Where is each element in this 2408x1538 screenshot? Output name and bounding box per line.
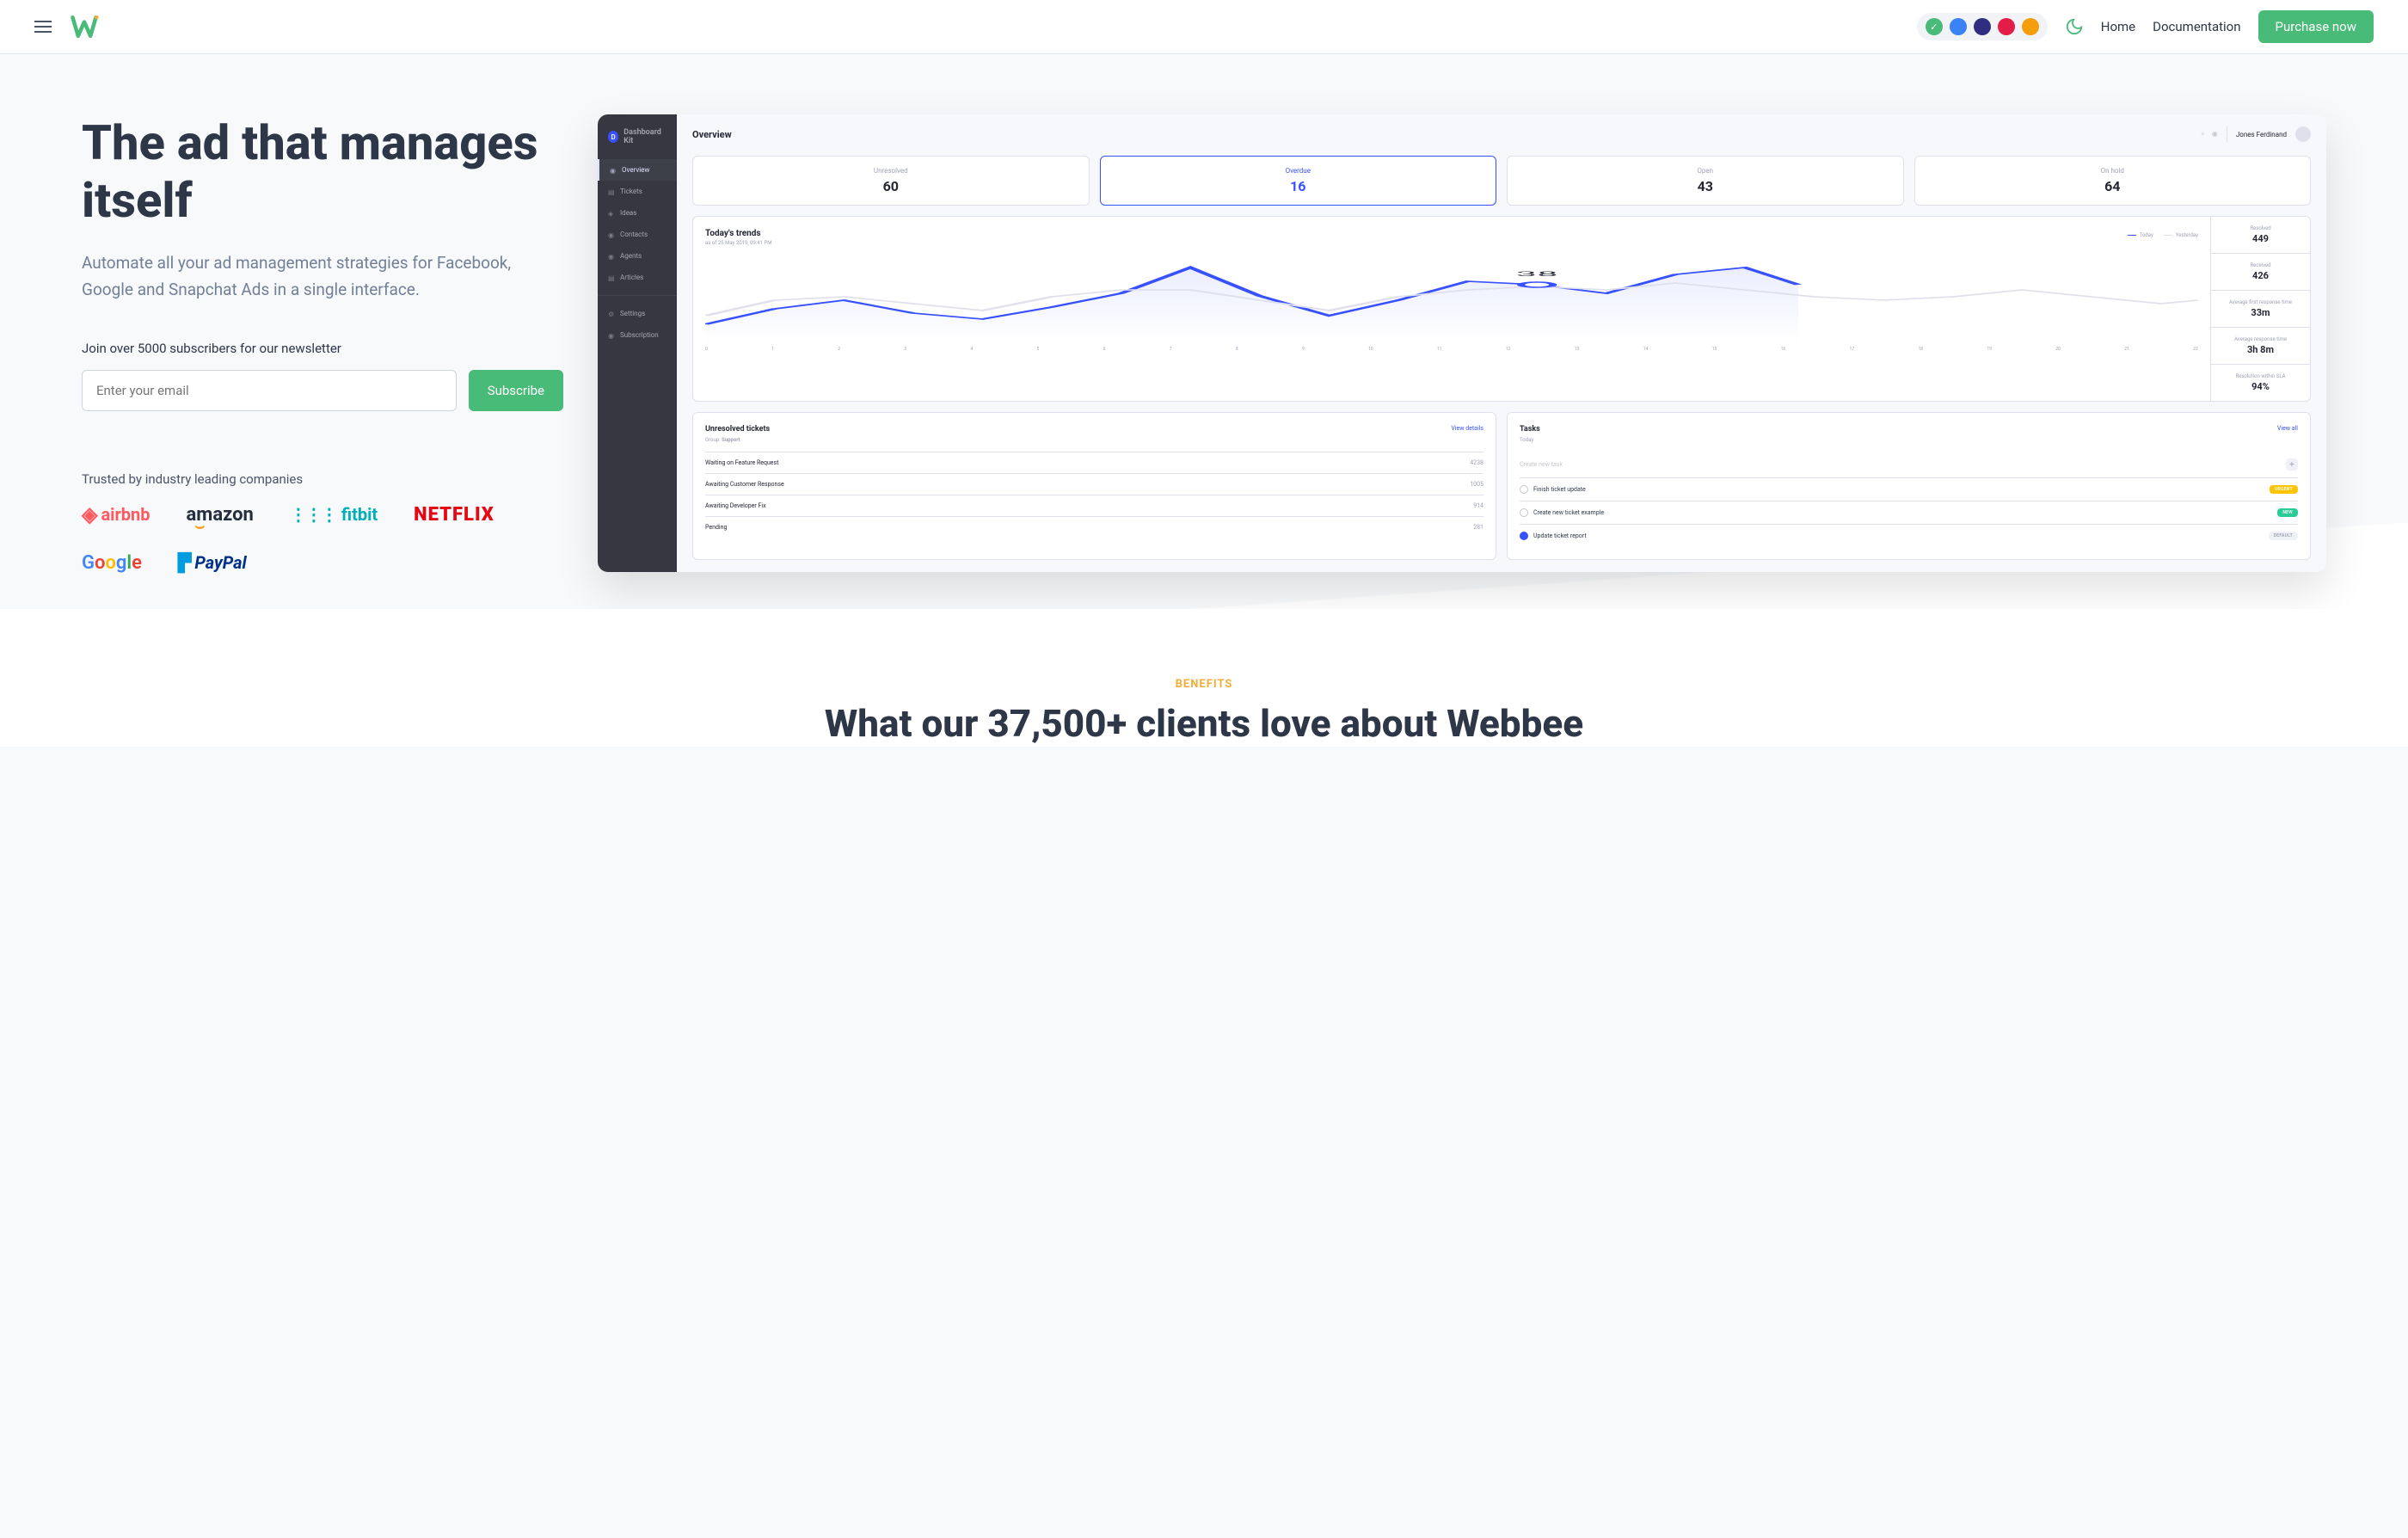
stat-open[interactable]: Open43 [1507, 156, 1904, 206]
menu-icon[interactable] [34, 21, 52, 33]
theme-color-picker: ✓ [1917, 13, 2048, 40]
plus-icon[interactable]: + [2286, 458, 2298, 471]
stats-row: Unresolved60 Overdue16 Open43 On hold64 [692, 156, 2311, 206]
dash-header-right: ⌕ ◉ Jones Ferdinand [2201, 126, 2311, 142]
trends-card: Today's trends as of 25 May 2019, 09:41 … [692, 216, 2311, 402]
status-badge: DEFAULT [2269, 532, 2298, 540]
dash-brand-icon: D [608, 131, 618, 143]
status-badge: URGENT [2270, 485, 2298, 494]
stat-unresolved[interactable]: Unresolved60 [692, 156, 1090, 206]
task-checkbox[interactable] [1520, 485, 1528, 494]
stat-onhold[interactable]: On hold64 [1914, 156, 2312, 206]
color-dot-rose[interactable] [1998, 18, 2015, 35]
tasks-sub: Today [1520, 437, 2298, 443]
dash-nav-contacts[interactable]: ◉Contacts [598, 224, 677, 245]
site-header: ✓ Home Documentation Purchase now [0, 0, 2408, 54]
unresolved-title: Unresolved tickets [705, 425, 770, 434]
unresolved-link[interactable]: View details [1451, 425, 1484, 432]
logo-paypal: PayPal [178, 551, 247, 575]
stat-overdue[interactable]: Overdue16 [1100, 156, 1497, 206]
task-checkbox[interactable] [1520, 532, 1528, 540]
hero-mockup: D Dashboard Kit ◉Overview ▤Tickets ◈Idea… [598, 114, 2326, 572]
trends-legend: Today Yesterday [705, 232, 2198, 238]
dashboard-mockup: D Dashboard Kit ◉Overview ▤Tickets ◈Idea… [598, 114, 2326, 572]
task-create[interactable]: Create new task+ [1520, 452, 2298, 477]
company-logos: airbnb amazon fitbit NETFLIX Google PayP… [82, 502, 563, 575]
dark-mode-icon[interactable] [2065, 17, 2084, 36]
newsletter-label: Join over 5000 subscribers for our newsl… [82, 341, 563, 356]
tasks-card: Tasks View all Today Create new task+ Fi… [1507, 412, 2311, 560]
benefits-eyebrow: BENEFITS [34, 678, 2374, 691]
chart-x-axis: 012345678910111213141516171819202122 [705, 347, 2198, 352]
hero-section: The ad that manages itself Automate all … [0, 54, 2408, 609]
dash-nav-ideas[interactable]: ◈Ideas [598, 202, 677, 224]
trends-subtitle: as of 25 May 2019, 09:41 PM [705, 240, 2198, 246]
trusted-label: Trusted by industry leading companies [82, 471, 563, 487]
dash-nav-overview[interactable]: ◉Overview [598, 159, 677, 181]
header-right: ✓ Home Documentation Purchase now [1917, 10, 2374, 43]
color-dot-green[interactable]: ✓ [1926, 18, 1943, 35]
logo-airbnb: airbnb [82, 502, 150, 526]
trends-metrics: Resolved449 Received426 Average first re… [2210, 217, 2310, 401]
ticket-row: Awaiting Customer Response1005 [705, 473, 1484, 495]
dash-nav-settings[interactable]: ⚙Settings [598, 303, 677, 324]
dash-nav-agents[interactable]: ◉Agents [598, 245, 677, 267]
tasks-title: Tasks [1520, 425, 1540, 434]
hero-title: The ad that manages itself [82, 114, 563, 230]
dash-nav-articles[interactable]: ▤Articles [598, 267, 677, 288]
search-icon[interactable]: ⌕ [2201, 130, 2204, 138]
logo-netflix: NETFLIX [414, 502, 494, 526]
dash-header: Overview ⌕ ◉ Jones Ferdinand [692, 126, 2311, 142]
status-badge: NEW [2277, 508, 2298, 517]
benefits-title: What our 37,500+ clients love about Webb… [34, 701, 2374, 747]
color-dot-amber[interactable] [2022, 18, 2039, 35]
metric-received: Received426 [2211, 254, 2310, 291]
bottom-row: Unresolved tickets View details Group: S… [692, 412, 2311, 560]
bell-icon[interactable]: ◉ [2212, 130, 2218, 138]
hero-content: The ad that manages itself Automate all … [82, 114, 563, 575]
ticket-row: Waiting on Feature Request4238 [705, 452, 1484, 473]
logo[interactable] [69, 11, 100, 42]
task-row: Update ticket reportDEFAULT [1520, 524, 2298, 547]
metric-resolved: Resolved449 [2211, 217, 2310, 254]
subscribe-form: Subscribe [82, 370, 563, 411]
hero-subtitle: Automate all your ad management strategi… [82, 250, 563, 303]
subscribe-button[interactable]: Subscribe [469, 370, 563, 411]
svg-text:38: 38 [1516, 270, 1558, 277]
dash-main: Overview ⌕ ◉ Jones Ferdinand Unresolved6… [677, 114, 2326, 572]
ticket-row: Awaiting Developer Fix914 [705, 495, 1484, 516]
task-row: Create new ticket exampleNEW [1520, 501, 2298, 524]
avatar[interactable] [2295, 126, 2311, 142]
metric-sla: Resolution within SLA94% [2211, 365, 2310, 401]
metric-first-response: Average first response time33m [2211, 291, 2310, 328]
ticket-row: Pending281 [705, 516, 1484, 538]
logo-fitbit: fitbit [290, 502, 378, 526]
dash-sidebar: D Dashboard Kit ◉Overview ▤Tickets ◈Idea… [598, 114, 677, 572]
purchase-button[interactable]: Purchase now [2258, 10, 2374, 43]
task-row: Finish ticket updateURGENT [1520, 477, 2298, 501]
unresolved-sub: Group: Support [705, 437, 1484, 443]
dash-brand: D Dashboard Kit [598, 128, 677, 159]
task-checkbox[interactable] [1520, 508, 1528, 517]
metric-response-time: Average response time3h 8m [2211, 328, 2310, 365]
dash-username: Jones Ferdinand [2236, 131, 2287, 138]
dash-brand-text: Dashboard Kit [624, 128, 666, 145]
logo-amazon: amazon [187, 502, 254, 526]
dash-nav: ◉Overview ▤Tickets ◈Ideas ◉Contacts ◉Age… [598, 159, 677, 346]
nav-docs[interactable]: Documentation [2153, 19, 2240, 34]
line-chart: 38 [705, 249, 2198, 343]
header-left [34, 11, 100, 42]
email-input[interactable] [82, 370, 457, 411]
logo-google: Google [82, 551, 142, 575]
dash-nav-tickets[interactable]: ▤Tickets [598, 181, 677, 202]
dash-title: Overview [692, 129, 732, 140]
benefits-section: BENEFITS What our 37,500+ clients love a… [0, 609, 2408, 747]
tasks-link[interactable]: View all [2277, 425, 2298, 432]
color-dot-indigo[interactable] [1974, 18, 1991, 35]
unresolved-card: Unresolved tickets View details Group: S… [692, 412, 1496, 560]
color-dot-blue[interactable] [1950, 18, 1967, 35]
dash-nav-subscription[interactable]: ◉Subscription [598, 324, 677, 346]
nav-home[interactable]: Home [2101, 19, 2135, 34]
trends-chart-area: Today's trends as of 25 May 2019, 09:41 … [693, 217, 2210, 401]
